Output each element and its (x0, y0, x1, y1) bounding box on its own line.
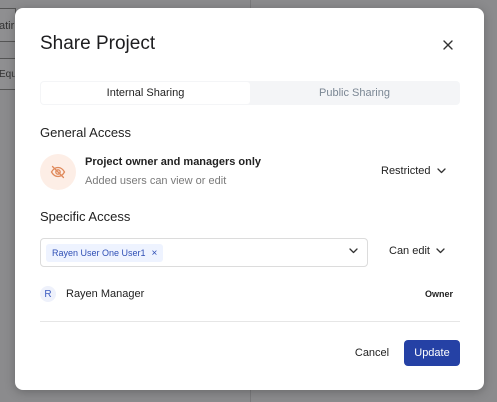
tab-public-sharing[interactable]: Public Sharing (250, 82, 459, 104)
footer-divider (40, 321, 460, 322)
member-role: Owner (425, 289, 454, 299)
share-project-modal: Share Project Internal Sharing Public Sh… (15, 8, 484, 390)
chevron-down-icon (436, 248, 445, 254)
cancel-button[interactable]: Cancel (347, 340, 397, 366)
user-select[interactable]: Rayen User One User1 × (40, 238, 368, 267)
modal-title: Share Project (40, 33, 156, 54)
chevron-down-icon (349, 248, 358, 254)
member-name: Rayen Manager (66, 288, 145, 300)
sharing-tabs: Internal Sharing Public Sharing (40, 81, 460, 105)
specific-access-heading: Specific Access (40, 209, 131, 224)
remove-chip-icon[interactable]: × (152, 248, 158, 259)
user-chip: Rayen User One User1 × (46, 244, 164, 262)
chevron-down-icon (436, 168, 446, 174)
background-cell: Equ (0, 58, 16, 90)
close-icon (443, 40, 453, 50)
general-access-dropdown[interactable]: Restricted (381, 165, 446, 177)
update-button[interactable]: Update (404, 340, 460, 366)
general-access-icon-wrap (40, 154, 76, 190)
specific-access-value: Can edit (389, 245, 430, 257)
eye-off-icon (50, 165, 66, 179)
general-access-value: Restricted (381, 165, 431, 177)
general-access-heading: General Access (40, 125, 132, 140)
close-button[interactable] (438, 35, 458, 55)
specific-access-dropdown[interactable]: Can edit (389, 245, 445, 257)
user-chip-label: Rayen User One User1 (52, 248, 146, 258)
general-access-title: Project owner and managers only (85, 156, 262, 168)
background-cell: atir (0, 8, 16, 42)
general-access-description: Added users can view or edit (85, 175, 227, 187)
tab-internal-sharing[interactable]: Internal Sharing (41, 82, 250, 104)
avatar: R (40, 286, 56, 302)
